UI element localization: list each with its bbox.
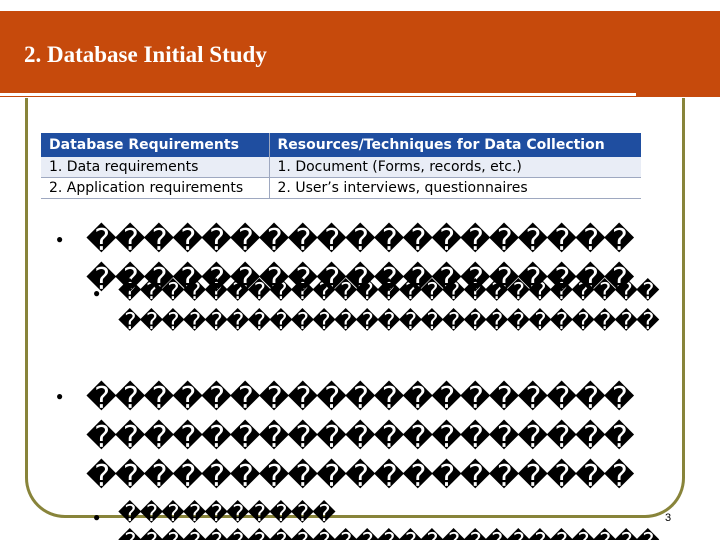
sub-bullet-text-line: ���������� <box>118 501 336 527</box>
bullet-text-line: ������������������� <box>86 459 634 494</box>
bullet-text-line: ������������������� <box>86 223 634 258</box>
sub-bullet-text-line: ������������������������� <box>118 279 660 305</box>
bullet-text-line: ������������������� <box>86 381 634 416</box>
table-row: 1. Data requirements 1. Document (Forms,… <box>41 157 641 178</box>
bullet-text-line: ������������������� <box>86 420 634 455</box>
sub-bullet-text-line: ������������������������� <box>118 309 660 335</box>
slide-title: 2. Database Initial Study <box>24 42 267 67</box>
sub-bullet-icon: ● <box>93 510 101 524</box>
table-header-cell: Database Requirements <box>41 133 270 157</box>
table-cell: 2. User’s interviews, questionnaires <box>268 177 641 199</box>
bullet-icon: ● <box>56 232 64 246</box>
table-cell: 1. Document (Forms, records, etc.) <box>268 157 641 178</box>
table-header-row: Database Requirements Resources/Techniqu… <box>41 133 641 157</box>
bullet-icon: ● <box>56 389 64 403</box>
table-cell: 1. Data requirements <box>41 157 270 178</box>
title-underline <box>0 93 636 96</box>
sub-bullet-text-line: ������������������������� <box>118 528 720 540</box>
requirements-table: Database Requirements Resources/Techniqu… <box>41 133 641 199</box>
table-cell: 2. Application requirements <box>41 177 270 199</box>
sub-bullet-icon: ● <box>93 286 101 300</box>
page-number: 3 <box>665 512 672 524</box>
table-row: 2. Application requirements 2. User’s in… <box>41 177 641 199</box>
table-header-cell: Resources/Techniques for Data Collection <box>268 133 641 157</box>
